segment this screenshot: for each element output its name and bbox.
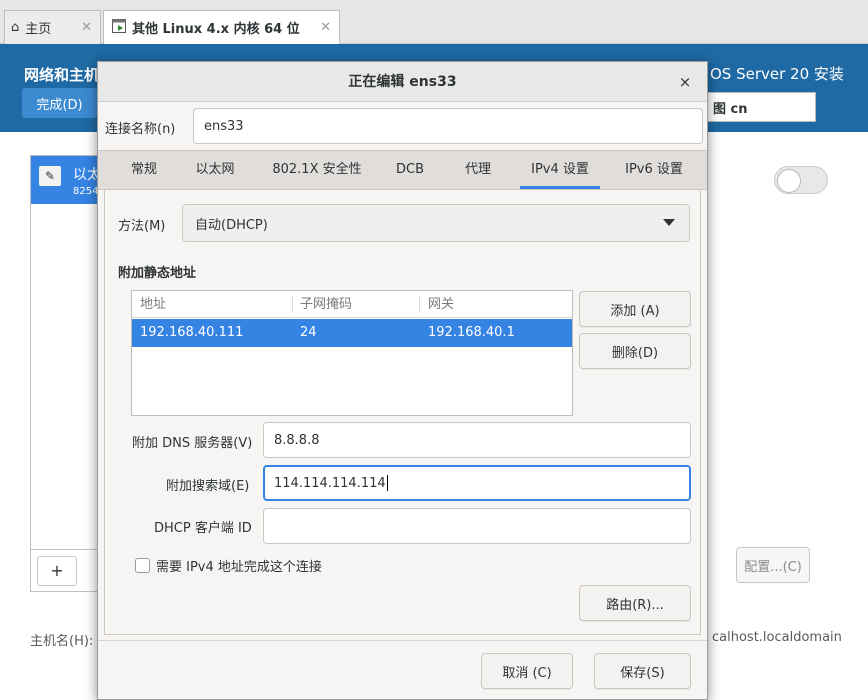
column-header-address[interactable]: 地址 (140, 291, 166, 318)
tab-general[interactable]: 常规 (116, 151, 172, 189)
close-icon[interactable]: ✕ (81, 20, 92, 35)
require-ipv4-label: 需要 IPv4 地址完成这个连接 (156, 560, 322, 575)
settings-tabs: 常规 以太网 802.1X 安全性 DCB 代理 IPv4 设置 IPv6 设置 (98, 150, 707, 190)
method-select[interactable]: 自动(DHCP) (182, 204, 690, 242)
cancel-button[interactable]: 取消 (C) (481, 653, 573, 689)
device-model: 8254 (73, 186, 99, 197)
tab-vm[interactable]: 其他 Linux 4.x 内核 64 位 ✕ (103, 10, 340, 44)
search-domain-label: 附加搜索域(E) (166, 479, 250, 494)
keyboard-layout-indicator[interactable]: 图 cn (700, 92, 816, 122)
column-header-netmask[interactable]: 子网掩码 (300, 291, 352, 318)
connection-name-value: ens33 (204, 118, 244, 134)
static-address-heading: 附加静态地址 (118, 266, 197, 281)
dialog-title: 正在编辑 ens33 (348, 74, 457, 90)
search-domain-field[interactable]: 114.114.114.114 (263, 465, 691, 501)
address-table[interactable]: 地址 子网掩码 网关 192.168.40.111 24 192.168.40.… (131, 290, 573, 416)
tab-home-label: 主页 (25, 22, 52, 37)
configure-button[interactable]: 配置...(C) (736, 547, 810, 583)
tab-dcb[interactable]: DCB (386, 151, 434, 189)
search-domain-value: 114.114.114.114 (274, 475, 386, 491)
close-icon[interactable]: ✕ (320, 20, 331, 35)
routes-button[interactable]: 路由(R)... (579, 585, 691, 621)
network-device-icon: ✎ (39, 166, 61, 186)
hostname-value: calhost.localdomain (712, 630, 842, 645)
vm-tab-bar: ⌂ 主页 ✕ 其他 Linux 4.x 内核 64 位 ✕ (0, 0, 868, 44)
tab-ipv4-settings[interactable]: IPv4 设置 (520, 151, 600, 189)
table-header: 地址 子网掩码 网关 (132, 291, 572, 318)
method-label: 方法(M) (118, 219, 166, 234)
tab-vm-label: 其他 Linux 4.x 内核 64 位 (132, 22, 300, 37)
done-button[interactable]: 完成(D) (22, 88, 97, 118)
save-button[interactable]: 保存(S) (594, 653, 691, 689)
chevron-down-icon (663, 219, 675, 226)
tab-home[interactable]: ⌂ 主页 ✕ (4, 10, 101, 44)
dns-field[interactable]: 8.8.8.8 (263, 422, 691, 458)
dns-value: 8.8.8.8 (274, 432, 320, 448)
edit-connection-dialog: 正在编辑 ens33 × 连接名称(n) ens33 常规 以太网 802.1X… (97, 61, 708, 700)
table-row[interactable]: 192.168.40.111 24 192.168.40.1 (132, 319, 572, 347)
tab-8021x-security[interactable]: 802.1X 安全性 (262, 151, 372, 189)
tab-proxy[interactable]: 代理 (450, 151, 506, 189)
vm-icon (112, 18, 126, 37)
device-list-toolbar: + (30, 550, 106, 592)
delete-address-button[interactable]: 删除(D) (579, 333, 691, 369)
dhcp-client-id-label: DHCP 客户端 ID (154, 521, 252, 536)
hostname-label: 主机名(H): (30, 634, 94, 649)
page-title: 网络和主机 (24, 66, 100, 84)
row-netmask[interactable]: 24 (300, 319, 317, 347)
column-divider (419, 296, 420, 313)
dns-label: 附加 DNS 服务器(V) (132, 436, 253, 451)
column-divider (292, 296, 293, 313)
device-list: ✎ 以太 8254 (30, 155, 107, 550)
home-icon: ⌂ (11, 20, 20, 35)
add-device-button[interactable]: + (37, 556, 77, 586)
dialog-divider (98, 640, 707, 641)
product-name: OS Server 20 安装 (710, 65, 844, 83)
row-gateway[interactable]: 192.168.40.1 (428, 319, 515, 347)
dialog-header: 正在编辑 ens33 × (98, 62, 707, 102)
require-ipv4-checkbox[interactable] (135, 558, 150, 573)
dhcp-client-id-field[interactable] (263, 508, 691, 544)
text-cursor (386, 475, 388, 491)
tab-ethernet[interactable]: 以太网 (182, 151, 248, 189)
list-item[interactable]: ✎ 以太 8254 (31, 156, 107, 204)
method-value: 自动(DHCP) (195, 217, 268, 233)
connection-name-field[interactable]: ens33 (193, 108, 703, 144)
row-address[interactable]: 192.168.40.111 (140, 319, 243, 347)
device-power-toggle[interactable] (774, 166, 828, 194)
connection-name-label: 连接名称(n) (105, 122, 176, 137)
tab-ipv6-settings[interactable]: IPv6 设置 (612, 151, 696, 189)
column-header-gateway[interactable]: 网关 (428, 291, 454, 318)
close-icon[interactable]: × (675, 72, 695, 92)
add-address-button[interactable]: 添加 (A) (579, 291, 691, 327)
require-ipv4-option[interactable]: 需要 IPv4 地址完成这个连接 (135, 556, 322, 575)
